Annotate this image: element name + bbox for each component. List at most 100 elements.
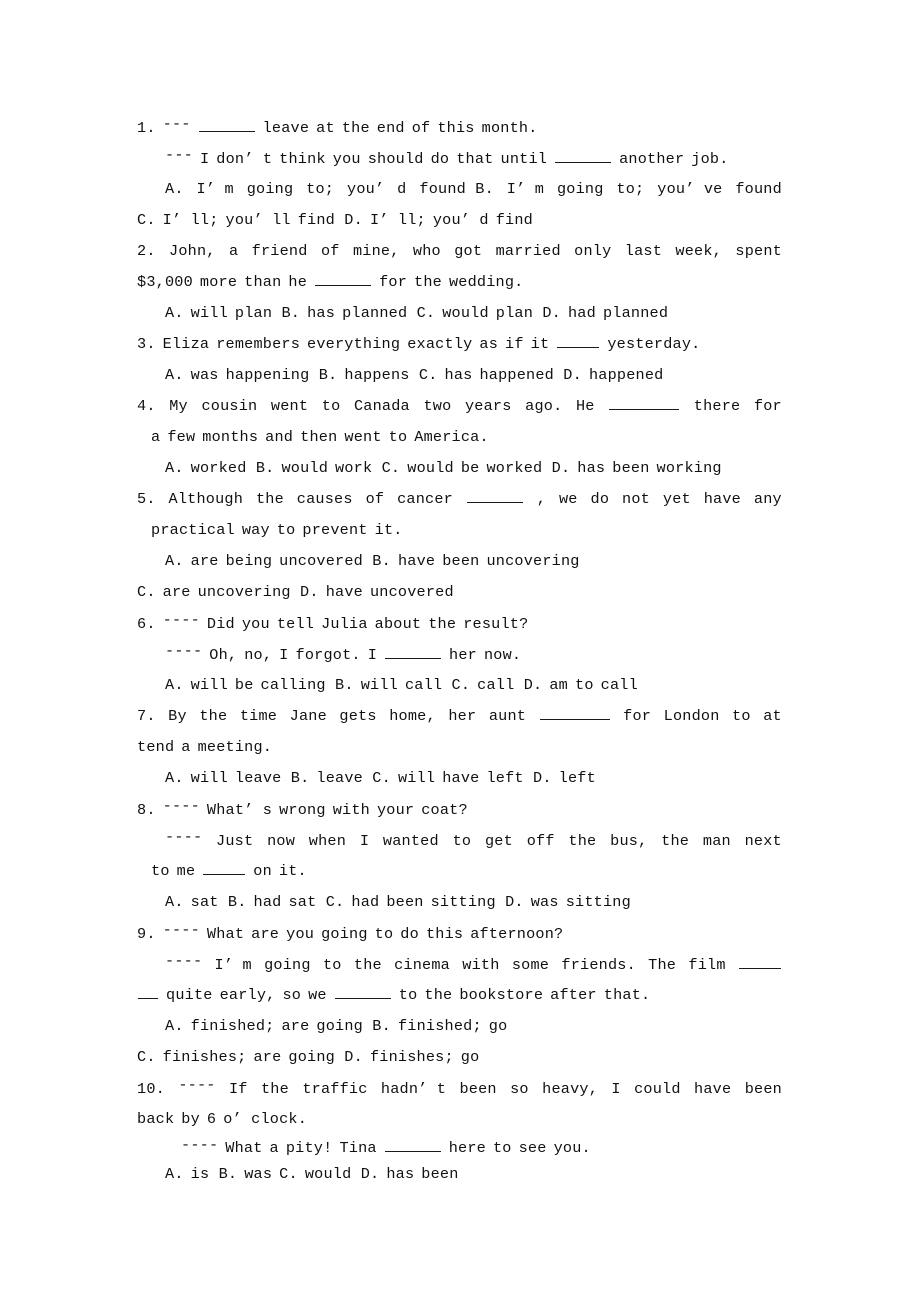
text-line: A. I’ m going to; you’ d found B. I’ m going to; y… [137, 174, 782, 205]
word: to; [306, 180, 335, 198]
word: plan B. [234, 304, 301, 322]
text-line: C. I’ ll; you’ ll find D. I’ ll; you’ d find [137, 205, 782, 236]
word: to [452, 831, 472, 850]
word: another [619, 149, 685, 168]
word: by [181, 1110, 200, 1128]
word: left [558, 769, 596, 787]
word: going B. [316, 1017, 391, 1035]
word: time [239, 707, 278, 725]
text-line: C. are uncovering D. have uncovered [137, 577, 782, 608]
word: finishes; [369, 1048, 454, 1066]
word: you. [553, 1139, 591, 1158]
dash-segment: ---- [165, 825, 202, 857]
blank-segment [554, 144, 612, 175]
word: mine, [352, 242, 400, 260]
word: got [454, 242, 483, 260]
word: happens C. [344, 366, 438, 384]
word: sitting D. [430, 893, 524, 911]
word: you [332, 149, 361, 168]
answer-blank [198, 118, 255, 132]
word: yesterday. [607, 335, 701, 353]
word: job. [691, 149, 729, 168]
answer-blank [466, 490, 523, 503]
word: a [181, 738, 191, 756]
word: went [344, 428, 382, 446]
word: I’ m [196, 180, 234, 198]
word: only [574, 242, 612, 260]
text-line: to me on it. [137, 856, 782, 887]
word: are [190, 552, 219, 570]
word: I [359, 831, 370, 850]
word: if [505, 335, 524, 353]
word: I’ m [214, 955, 252, 974]
word: leave [262, 118, 310, 137]
word: than [244, 273, 282, 291]
word: a [269, 1139, 279, 1158]
word: could [634, 1079, 681, 1098]
word: of [365, 490, 385, 508]
word: I [199, 149, 210, 168]
word: me [176, 862, 196, 880]
word: her [449, 645, 477, 664]
word: that [456, 149, 494, 168]
word: not [622, 490, 650, 508]
word: wanted [382, 831, 439, 850]
word: I [279, 645, 289, 664]
word: A. [165, 552, 184, 570]
word: will [190, 769, 228, 787]
word: result? [463, 614, 529, 633]
word: C. [137, 1048, 156, 1066]
text-line: tend a meeting. [137, 732, 782, 763]
word: happened D. [479, 366, 582, 384]
text-line: A. worked B. would work C. would be worked D. h… [137, 453, 782, 484]
word: the [661, 831, 690, 850]
word: see [518, 1139, 547, 1158]
word: remembers [216, 335, 301, 353]
word: A. [165, 893, 184, 911]
word: going [246, 180, 294, 198]
word: to; [616, 180, 645, 198]
text-line: A. sat B. had sat C. had been sitting D. was sit… [137, 887, 782, 918]
word: The [648, 955, 677, 974]
word: plan D. [495, 304, 561, 322]
word: had [253, 893, 282, 911]
word: should [367, 149, 424, 168]
word: the [428, 614, 457, 633]
word: be [234, 676, 254, 694]
word: meeting. [197, 738, 273, 756]
answer-blank [385, 645, 442, 659]
word: I’ ll; [369, 211, 426, 229]
word: you’ d [432, 211, 489, 229]
word: would [442, 304, 489, 322]
word: friend [251, 242, 308, 260]
word: uncovering D. [197, 583, 319, 601]
word: d [397, 180, 407, 198]
word: been [459, 1079, 497, 1098]
word: quite [166, 986, 213, 1004]
text-line: A. are being uncovered B. have been uncovering [137, 546, 782, 577]
text-line: ---- What a pity! Tina here to see you. [137, 1135, 782, 1161]
word: I [611, 1079, 621, 1098]
word: you [241, 614, 270, 633]
word: with [332, 800, 370, 819]
word: married [495, 242, 561, 260]
word: early, [219, 986, 276, 1004]
word: to [732, 707, 751, 725]
word: about [374, 614, 422, 633]
word: planned C. [342, 304, 436, 322]
dash-segment: ---- [178, 1073, 215, 1105]
text-line: $3,000 more than he for the wedding. [137, 267, 782, 298]
word: have [694, 1079, 732, 1098]
word: bus, [610, 831, 648, 850]
word: Although [168, 490, 244, 508]
text-line: 6. ---- Did you tell Julia about the result? [137, 608, 782, 639]
word: leave B. [234, 769, 310, 787]
word: any [753, 490, 782, 508]
word: a [228, 242, 239, 260]
word: sat C. [288, 893, 345, 911]
word: I’ m [506, 180, 545, 198]
word: planned [602, 304, 669, 322]
word: 4. [137, 397, 156, 415]
word: went [270, 397, 309, 415]
blank-segment [202, 856, 246, 887]
